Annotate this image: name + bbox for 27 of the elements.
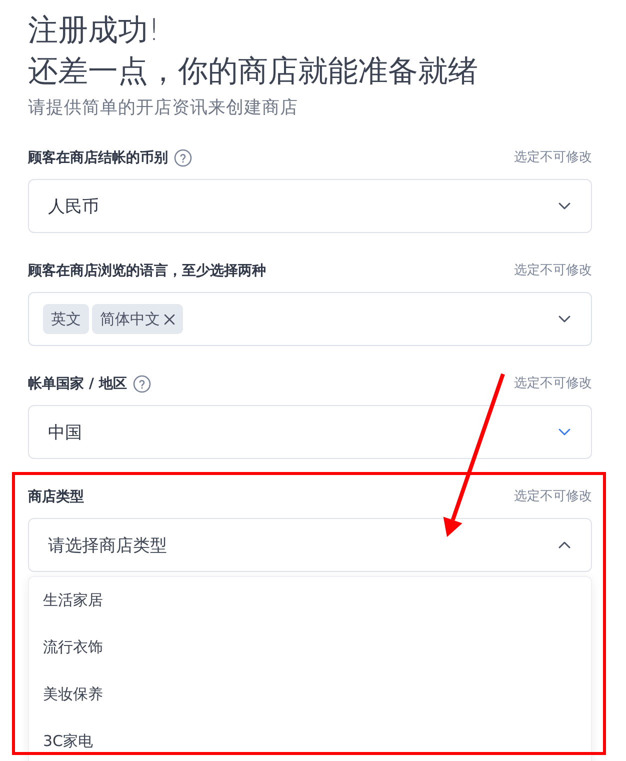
- page-subtitle: 请提供简单的开店资讯来创建商店: [28, 97, 298, 120]
- page-title: 注册成功! 还差一点，你的商店就能准备就绪: [28, 12, 478, 91]
- multi-select-field[interactable]: 英文 简体中文: [28, 292, 592, 346]
- help-icon[interactable]: [174, 149, 192, 167]
- chevron-up-icon[interactable]: [559, 542, 570, 548]
- language-tag: 简体中文: [92, 304, 183, 334]
- field-note: 选定不可修改: [514, 262, 592, 280]
- select-field[interactable]: 请选择商店类型: [28, 518, 592, 572]
- help-icon[interactable]: [132, 375, 151, 393]
- field-label: 帐单国家 / 地区: [28, 374, 127, 394]
- field-note: 选定不可修改: [514, 375, 592, 393]
- language-tag: 英文: [43, 304, 89, 334]
- field-label: 顾客在商店结帐的币别: [28, 148, 168, 168]
- select-field[interactable]: 人民币: [28, 179, 592, 233]
- dropdown-option[interactable]: 3C家电: [29, 718, 591, 761]
- chevron-down-icon[interactable]: [559, 203, 570, 209]
- field-note: 选定不可修改: [514, 149, 592, 167]
- dropdown-option[interactable]: 流行衣饰: [29, 624, 591, 671]
- chevron-down-icon[interactable]: [559, 316, 570, 322]
- select-field[interactable]: 中国: [28, 405, 592, 459]
- field-note: 选定不可修改: [514, 488, 592, 506]
- field-label: 顾客在商店浏览的语言，至少选择两种: [28, 262, 266, 281]
- dropdown-option[interactable]: 生活家居: [29, 577, 591, 624]
- field-label: 商店类型: [28, 488, 84, 507]
- close-icon[interactable]: [164, 314, 175, 324]
- chevron-down-icon[interactable]: [559, 429, 570, 435]
- dropdown-option[interactable]: 美妆保养: [29, 671, 591, 718]
